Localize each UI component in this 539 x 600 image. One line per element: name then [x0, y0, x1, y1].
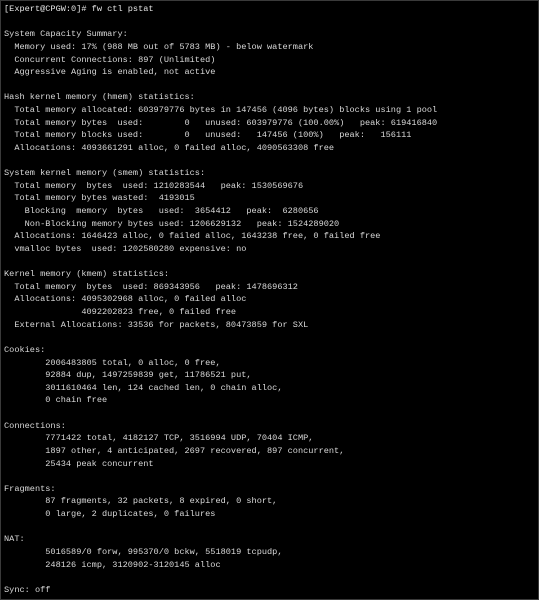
output-line: Kernel memory (kmem) statistics: [4, 269, 170, 280]
output-line: Total memory bytes used: 0 unused: 60397… [4, 117, 438, 128]
prompt: [Expert@CPGW:0]# [4, 4, 92, 14]
output-line: Hash kernel memory (hmem) statistics: [4, 92, 195, 103]
command-text: fw ctl pstat [91, 4, 154, 14]
output-line: Memory used: 17% (988 MB out of 5783 MB)… [4, 41, 314, 52]
output-block: System Capacity Summary: Memory used: 17… [4, 16, 538, 597]
command-prompt-line: [Expert@CPGW:0]# fw ctl pstat [4, 3, 538, 16]
output-line: Total memory blocks used: 0 unused: 1474… [4, 130, 412, 141]
output-line: 0 large, 2 duplicates, 0 failures [4, 509, 216, 519]
output-line: Connections: [4, 420, 66, 431]
output-line: Total memory bytes wasted: 4193015 [4, 193, 195, 204]
output-line: 7771422 total, 4182127 TCP, 3516994 UDP,… [4, 433, 314, 444]
output-line: Cookies: [4, 344, 46, 355]
output-line: 0 chain free [4, 395, 108, 406]
output-line: 3011610464 len, 124 cached len, 0 chain … [4, 382, 283, 393]
output-line: 4092202823 free, 0 failed free [4, 307, 237, 317]
output-line: 1897 other, 4 anticipated, 2697 recovere… [4, 445, 345, 456]
output-line: Aggressive Aging is enabled, not active [4, 67, 216, 78]
output-line: System Capacity Summary: [4, 29, 128, 40]
output-line: Allocations: 4095302968 alloc, 0 failed … [4, 294, 247, 305]
output-line: External Allocations: 33536 for packets,… [4, 319, 309, 330]
output-line: System kernel memory (smem) statistics: [4, 168, 206, 179]
output-line: 2006483805 total, 0 alloc, 0 free, [4, 357, 221, 368]
output-line: 87 fragments, 32 packets, 8 expired, 0 s… [4, 496, 278, 507]
output-line: Blocking memory bytes used: 3654412 peak… [4, 206, 319, 216]
output-line: Sync: off [4, 584, 51, 595]
output-line: Non-Blocking memory bytes used: 12066291… [4, 218, 340, 229]
output-line: 248126 icmp, 3120902-3120145 alloc [4, 559, 221, 570]
output-line: Fragments: [4, 483, 56, 494]
output-line: 5016589/0 forw, 995370/0 bckw, 5518019 t… [4, 546, 283, 557]
output-line: Total memory allocated: 603979776 bytes … [4, 105, 438, 115]
output-line: Allocations: 1646423 alloc, 0 failed all… [4, 231, 381, 242]
output-line: Allocations: 4093661291 alloc, 0 failed … [4, 142, 335, 153]
output-line: Concurrent Connections: 897 (Unlimited) [4, 54, 216, 65]
output-line: Total memory bytes used: 869343956 peak:… [4, 281, 298, 292]
output-line: vmalloc bytes used: 1202580280 expensive… [4, 243, 247, 254]
output-line: 25434 peak concurrent [4, 458, 154, 469]
terminal-window[interactable]: [Expert@CPGW:0]# fw ctl pstat System Cap… [0, 0, 539, 600]
output-line: 92884 dup, 1497259839 get, 11786521 put, [4, 370, 252, 381]
output-line: Total memory bytes used: 1210283544 peak… [4, 180, 304, 191]
output-line: NAT: [4, 534, 25, 545]
